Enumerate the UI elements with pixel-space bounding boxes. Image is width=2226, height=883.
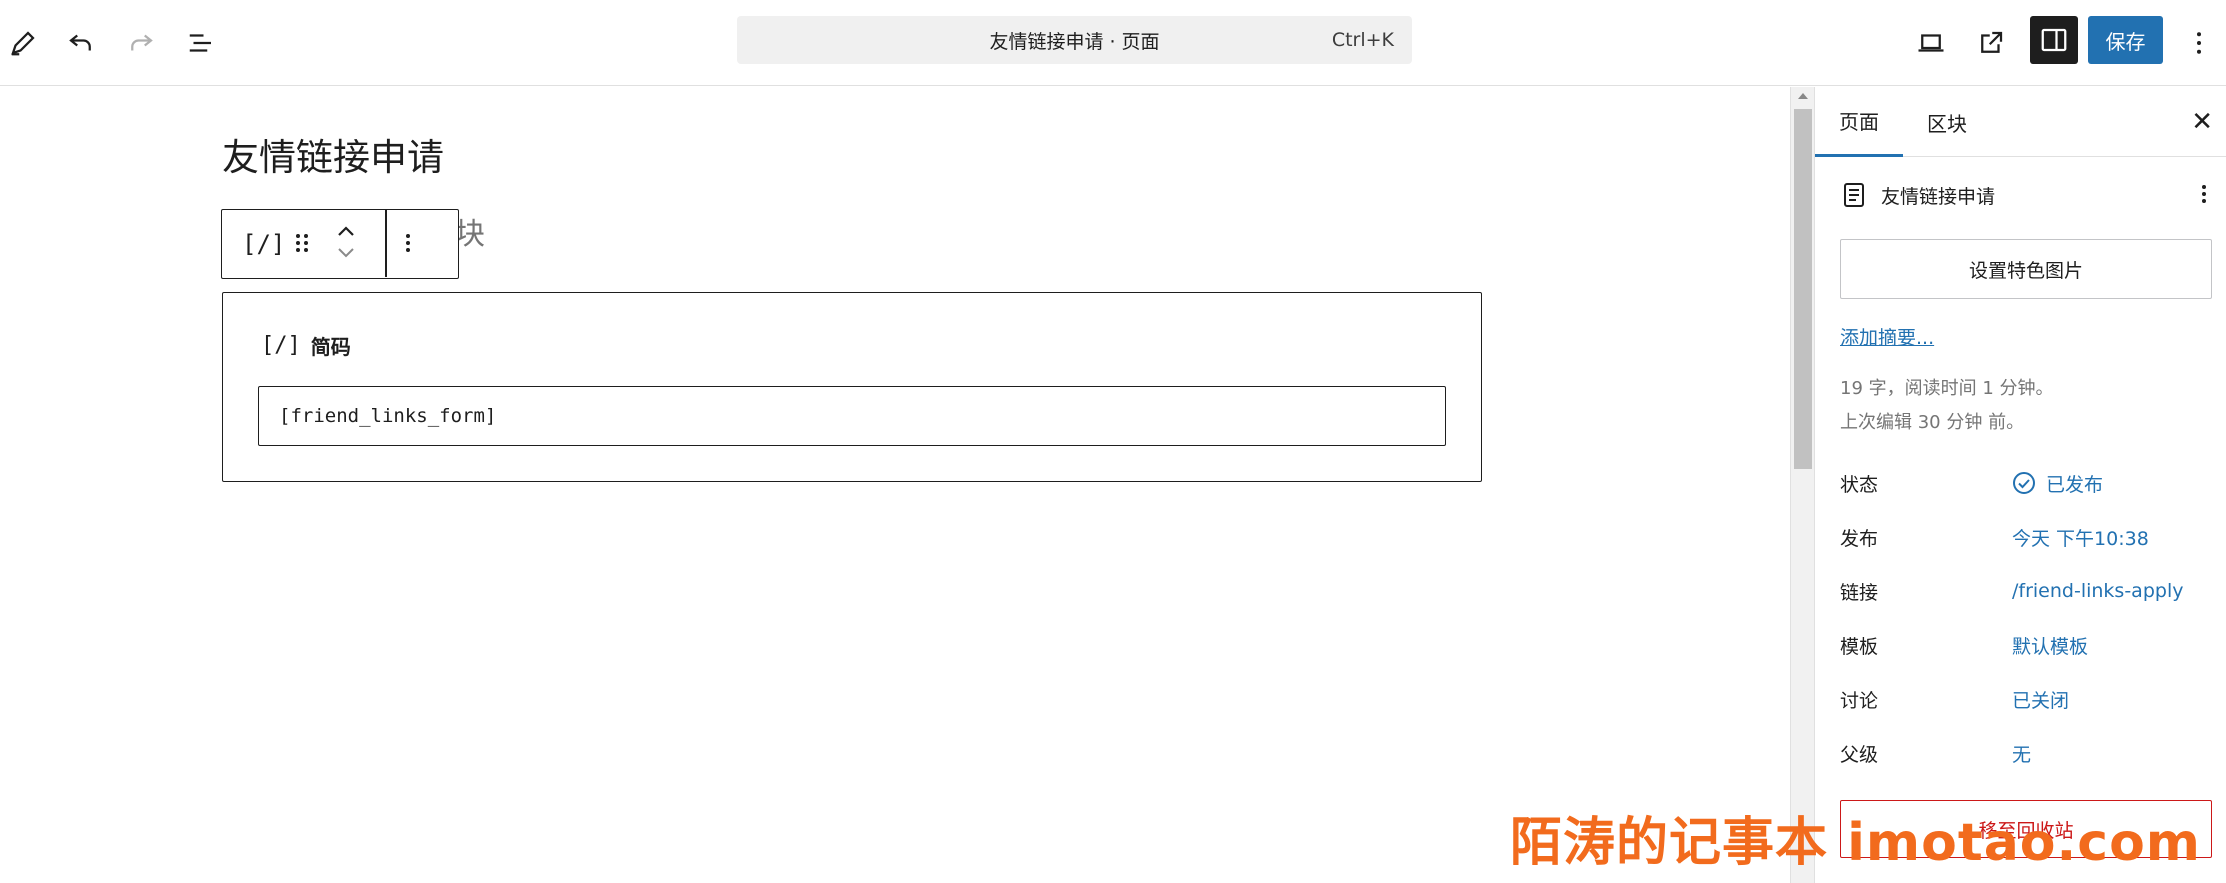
sidebar-icon <box>2041 28 2067 52</box>
discussion-row: 讨论 已关闭 <box>1840 682 2210 716</box>
word-count: 19 字，阅读时间 1 分钟。 <box>1840 378 2054 399</box>
drag-handle[interactable] <box>292 228 312 262</box>
tab-block[interactable]: 区块 <box>1903 87 1991 157</box>
undo-button[interactable] <box>58 20 104 66</box>
discussion-label: 讨论 <box>1840 689 1879 712</box>
view-page-button[interactable] <box>1968 20 2014 66</box>
shortcode-label: [/] 简码 <box>261 331 351 360</box>
discussion-value[interactable]: 已关闭 <box>2012 686 2069 713</box>
redo-icon <box>131 34 153 51</box>
move-buttons[interactable] <box>332 220 360 270</box>
toolbar-divider <box>385 210 387 277</box>
status-text: 已发布 <box>2046 473 2104 496</box>
template-label: 模板 <box>1840 635 1879 658</box>
more-vertical-icon <box>2197 32 2201 54</box>
scroll-thumb[interactable] <box>1794 109 1812 469</box>
document-overview-button[interactable] <box>178 20 224 66</box>
settings-sidebar: 页面 区块 ✕ 友情链接申请 设置特色图片 添加摘要... 19 字，阅读时间 … <box>1814 87 2226 883</box>
link-value[interactable]: /friend-links-apply <box>2012 580 2183 602</box>
shortcode-block-icon: [/] <box>261 333 301 358</box>
link-row: 链接 /friend-links-apply <box>1840 574 2210 608</box>
template-row: 模板 默认模板 <box>1840 628 2210 662</box>
settings-toggle-button[interactable] <box>2030 16 2078 64</box>
options-button[interactable] <box>2176 20 2222 66</box>
parent-value[interactable]: 无 <box>2012 740 2031 767</box>
command-shortcut: Ctrl+K <box>1331 29 1394 51</box>
external-link-icon <box>1981 31 2003 53</box>
publish-label: 发布 <box>1840 527 1879 550</box>
add-excerpt-link[interactable]: 添加摘要... <box>1840 323 1934 350</box>
template-value[interactable]: 默认模板 <box>2012 632 2088 659</box>
publish-row: 发布 今天 下午10:38 <box>1840 520 2210 554</box>
redo-button[interactable] <box>118 20 164 66</box>
pencil-icon <box>11 31 35 56</box>
more-vertical-icon <box>406 234 410 252</box>
save-button[interactable]: 保存 <box>2088 16 2163 64</box>
undo-icon <box>69 34 91 51</box>
status-value[interactable]: 已发布 <box>2012 470 2103 497</box>
block-toolbar: [/] <box>221 209 459 279</box>
shortcode-label-text: 简码 <box>310 335 351 359</box>
doc-title: 友情链接申请 <box>1881 185 1996 208</box>
set-featured-image-button[interactable]: 设置特色图片 <box>1840 239 2212 299</box>
publish-value[interactable]: 今天 下午10:38 <box>2012 524 2149 551</box>
canvas-scrollbar[interactable] <box>1790 87 1814 883</box>
scroll-up-arrow[interactable] <box>1798 93 1808 99</box>
list-view-icon <box>189 34 211 52</box>
check-circle-icon <box>2013 472 2035 494</box>
editor-header: 友情链接申请 · 页面 Ctrl+K 保存 <box>0 0 2226 86</box>
drag-icon <box>296 234 308 252</box>
laptop-icon <box>1918 34 1944 52</box>
sidebar-tabs: 页面 区块 ✕ <box>1815 87 2226 157</box>
command-bar[interactable]: 友情链接申请 · 页面 Ctrl+K <box>737 16 1412 64</box>
shortcode-input[interactable]: [friend_links_form] <box>258 386 1446 446</box>
preview-button[interactable] <box>1908 20 1954 66</box>
document-title-row: 友情链接申请 <box>1841 179 2211 211</box>
block-options-button[interactable] <box>400 228 416 262</box>
shortcode-block[interactable]: [/] 简码 [friend_links_form] <box>222 292 1482 482</box>
parent-label: 父级 <box>1840 743 1879 766</box>
more-vertical-icon <box>2202 185 2206 203</box>
editor-canvas: 友情链接申请 块 [/] [/] 简码 [friend_links_form] <box>0 87 1790 883</box>
shortcode-icon[interactable]: [/] <box>242 230 285 258</box>
ghost-hint: 块 <box>455 217 485 252</box>
command-title: 友情链接申请 · 页面 <box>989 30 1160 53</box>
post-title[interactable]: 友情链接申请 <box>222 127 444 181</box>
watermark: 陌涛的记事本 imotao.com <box>1510 813 2201 873</box>
page-icon <box>1844 183 1864 207</box>
chevron-up-down-icon <box>338 226 354 258</box>
tools-button[interactable] <box>0 20 46 66</box>
parent-row: 父级 无 <box>1840 736 2210 770</box>
status-row: 状态 已发布 <box>1840 466 2210 500</box>
doc-actions-button[interactable] <box>2197 179 2211 215</box>
last-edited: 上次编辑 30 分钟 前。 <box>1840 412 2025 433</box>
tab-page[interactable]: 页面 <box>1815 87 1903 157</box>
link-label: 链接 <box>1840 581 1879 604</box>
status-label: 状态 <box>1840 473 1879 496</box>
close-icon[interactable]: ✕ <box>2191 109 2213 135</box>
